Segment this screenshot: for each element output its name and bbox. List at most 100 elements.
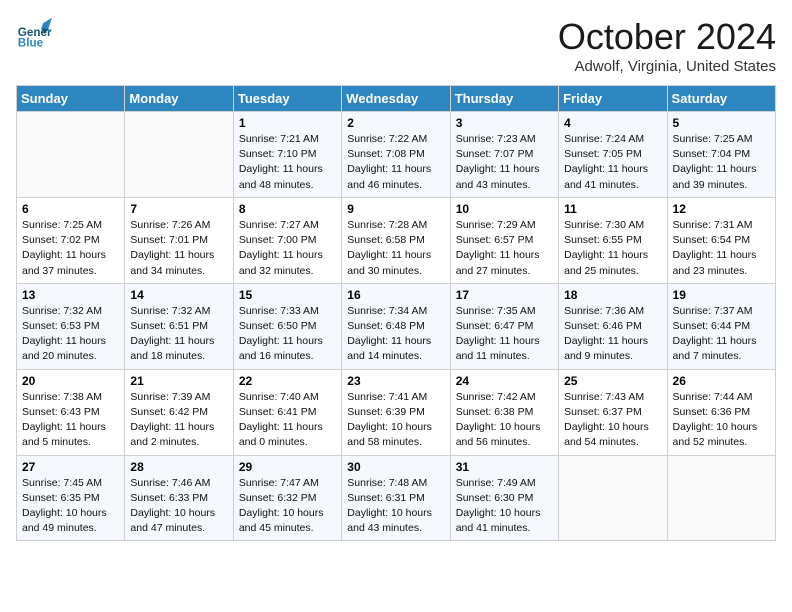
- calendar-cell: 10 Sunrise: 7:29 AMSunset: 6:57 PMDayligh…: [450, 197, 558, 283]
- day-info: Sunrise: 7:47 AMSunset: 6:32 PMDaylight:…: [239, 476, 336, 537]
- day-info: Sunrise: 7:25 AMSunset: 7:04 PMDaylight:…: [673, 132, 770, 193]
- day-number: 27: [22, 460, 119, 474]
- calendar-body: 1 Sunrise: 7:21 AMSunset: 7:10 PMDaylight…: [17, 112, 776, 541]
- day-info: Sunrise: 7:22 AMSunset: 7:08 PMDaylight:…: [347, 132, 444, 193]
- calendar-week-2: 6Sunrise: 7:25 AMSunset: 7:02 PMDaylight…: [17, 197, 776, 283]
- day-info: Sunrise: 7:21 AMSunset: 7:10 PMDaylight:…: [239, 132, 336, 193]
- day-info: Sunrise: 7:48 AMSunset: 6:31 PMDaylight:…: [347, 476, 444, 537]
- day-number: 20: [22, 374, 119, 388]
- weekday-monday: Monday: [125, 86, 233, 112]
- day-number: 1: [239, 116, 336, 130]
- calendar-cell: 9Sunrise: 7:28 AMSunset: 6:58 PMDaylight…: [342, 197, 450, 283]
- day-info: Sunrise: 7:34 AMSunset: 6:48 PMDaylight:…: [347, 304, 444, 365]
- calendar-week-4: 20 Sunrise: 7:38 AMSunset: 6:43 PMDayligh…: [17, 369, 776, 455]
- logo: General Blue: [16, 16, 52, 52]
- day-info: Sunrise: 7:41 AMSunset: 6:39 PMDaylight:…: [347, 390, 444, 451]
- calendar-cell: 27Sunrise: 7:45 AMSunset: 6:35 PMDayligh…: [17, 455, 125, 541]
- day-info: Sunrise: 7:49 AMSunset: 6:30 PMDaylight:…: [456, 476, 553, 537]
- day-info: Sunrise: 7:23 AMSunset: 7:07 PMDaylight:…: [456, 132, 553, 193]
- page-header: General Blue October 2024 Adwolf, Virgin…: [16, 16, 776, 75]
- calendar-cell: 18 Sunrise: 7:36 AMSunset: 6:46 PMDayligh…: [559, 283, 667, 369]
- day-info: Sunrise: 7:26 AMSunset: 7:01 PMDaylight:…: [130, 218, 227, 279]
- calendar-cell: 31 Sunrise: 7:49 AMSunset: 6:30 PMDayligh…: [450, 455, 558, 541]
- calendar-cell: 4 Sunrise: 7:24 AMSunset: 7:05 PMDaylight…: [559, 112, 667, 198]
- day-info: Sunrise: 7:40 AMSunset: 6:41 PMDaylight:…: [239, 390, 336, 451]
- day-info: Sunrise: 7:32 AMSunset: 6:53 PMDaylight:…: [22, 304, 119, 365]
- calendar-cell: 17 Sunrise: 7:35 AMSunset: 6:47 PMDayligh…: [450, 283, 558, 369]
- day-number: 17: [456, 288, 553, 302]
- day-number: 4: [564, 116, 661, 130]
- calendar-cell: 28Sunrise: 7:46 AMSunset: 6:33 PMDayligh…: [125, 455, 233, 541]
- day-number: 8: [239, 202, 336, 216]
- day-info: Sunrise: 7:38 AMSunset: 6:43 PMDaylight:…: [22, 390, 119, 451]
- weekday-friday: Friday: [559, 86, 667, 112]
- day-info: Sunrise: 7:33 AMSunset: 6:50 PMDaylight:…: [239, 304, 336, 365]
- location: Adwolf, Virginia, United States: [558, 58, 776, 75]
- calendar-week-1: 1 Sunrise: 7:21 AMSunset: 7:10 PMDaylight…: [17, 112, 776, 198]
- day-info: Sunrise: 7:25 AMSunset: 7:02 PMDaylight:…: [22, 218, 119, 279]
- day-number: 30: [347, 460, 444, 474]
- day-info: Sunrise: 7:24 AMSunset: 7:05 PMDaylight:…: [564, 132, 661, 193]
- weekday-wednesday: Wednesday: [342, 86, 450, 112]
- calendar-cell: 12 Sunrise: 7:31 AMSunset: 6:54 PMDayligh…: [667, 197, 775, 283]
- calendar-cell: 7 Sunrise: 7:26 AMSunset: 7:01 PMDaylight…: [125, 197, 233, 283]
- day-number: 14: [130, 288, 227, 302]
- day-info: Sunrise: 7:27 AMSunset: 7:00 PMDaylight:…: [239, 218, 336, 279]
- day-number: 2: [347, 116, 444, 130]
- day-info: Sunrise: 7:43 AMSunset: 6:37 PMDaylight:…: [564, 390, 661, 451]
- day-number: 19: [673, 288, 770, 302]
- calendar-cell: [17, 112, 125, 198]
- month-title: October 2024: [558, 16, 776, 58]
- calendar-cell: 30 Sunrise: 7:48 AMSunset: 6:31 PMDayligh…: [342, 455, 450, 541]
- day-info: Sunrise: 7:39 AMSunset: 6:42 PMDaylight:…: [130, 390, 227, 451]
- calendar-week-5: 27Sunrise: 7:45 AMSunset: 6:35 PMDayligh…: [17, 455, 776, 541]
- calendar-cell: 16Sunrise: 7:34 AMSunset: 6:48 PMDayligh…: [342, 283, 450, 369]
- calendar-cell: 13Sunrise: 7:32 AMSunset: 6:53 PMDayligh…: [17, 283, 125, 369]
- day-info: Sunrise: 7:44 AMSunset: 6:36 PMDaylight:…: [673, 390, 770, 451]
- day-number: 31: [456, 460, 553, 474]
- day-number: 10: [456, 202, 553, 216]
- day-info: Sunrise: 7:30 AMSunset: 6:55 PMDaylight:…: [564, 218, 661, 279]
- day-number: 5: [673, 116, 770, 130]
- day-info: Sunrise: 7:35 AMSunset: 6:47 PMDaylight:…: [456, 304, 553, 365]
- calendar-cell: 24 Sunrise: 7:42 AMSunset: 6:38 PMDayligh…: [450, 369, 558, 455]
- calendar-cell: 5 Sunrise: 7:25 AMSunset: 7:04 PMDaylight…: [667, 112, 775, 198]
- day-info: Sunrise: 7:36 AMSunset: 6:46 PMDaylight:…: [564, 304, 661, 365]
- calendar-cell: [559, 455, 667, 541]
- calendar-cell: 25 Sunrise: 7:43 AMSunset: 6:37 PMDayligh…: [559, 369, 667, 455]
- day-number: 7: [130, 202, 227, 216]
- day-number: 9: [347, 202, 444, 216]
- day-number: 24: [456, 374, 553, 388]
- calendar-cell: 20 Sunrise: 7:38 AMSunset: 6:43 PMDayligh…: [17, 369, 125, 455]
- day-number: 15: [239, 288, 336, 302]
- day-number: 26: [673, 374, 770, 388]
- calendar-table: SundayMondayTuesdayWednesdayThursdayFrid…: [16, 85, 776, 541]
- calendar-cell: 15 Sunrise: 7:33 AMSunset: 6:50 PMDayligh…: [233, 283, 341, 369]
- calendar-cell: 8 Sunrise: 7:27 AMSunset: 7:00 PMDaylight…: [233, 197, 341, 283]
- calendar-cell: 14Sunrise: 7:32 AMSunset: 6:51 PMDayligh…: [125, 283, 233, 369]
- day-info: Sunrise: 7:31 AMSunset: 6:54 PMDaylight:…: [673, 218, 770, 279]
- day-number: 12: [673, 202, 770, 216]
- calendar-cell: 23Sunrise: 7:41 AMSunset: 6:39 PMDayligh…: [342, 369, 450, 455]
- day-number: 3: [456, 116, 553, 130]
- calendar-cell: 29 Sunrise: 7:47 AMSunset: 6:32 PMDayligh…: [233, 455, 341, 541]
- day-number: 21: [130, 374, 227, 388]
- weekday-saturday: Saturday: [667, 86, 775, 112]
- day-number: 29: [239, 460, 336, 474]
- calendar-week-3: 13Sunrise: 7:32 AMSunset: 6:53 PMDayligh…: [17, 283, 776, 369]
- weekday-sunday: Sunday: [17, 86, 125, 112]
- day-info: Sunrise: 7:29 AMSunset: 6:57 PMDaylight:…: [456, 218, 553, 279]
- weekday-thursday: Thursday: [450, 86, 558, 112]
- calendar-cell: [125, 112, 233, 198]
- calendar-cell: 2 Sunrise: 7:22 AMSunset: 7:08 PMDaylight…: [342, 112, 450, 198]
- day-number: 25: [564, 374, 661, 388]
- svg-text:Blue: Blue: [18, 37, 44, 50]
- calendar-cell: 6Sunrise: 7:25 AMSunset: 7:02 PMDaylight…: [17, 197, 125, 283]
- day-number: 18: [564, 288, 661, 302]
- calendar-cell: 22Sunrise: 7:40 AMSunset: 6:41 PMDayligh…: [233, 369, 341, 455]
- calendar-cell: 3 Sunrise: 7:23 AMSunset: 7:07 PMDaylight…: [450, 112, 558, 198]
- day-info: Sunrise: 7:42 AMSunset: 6:38 PMDaylight:…: [456, 390, 553, 451]
- day-number: 28: [130, 460, 227, 474]
- day-number: 11: [564, 202, 661, 216]
- weekday-header-row: SundayMondayTuesdayWednesdayThursdayFrid…: [17, 86, 776, 112]
